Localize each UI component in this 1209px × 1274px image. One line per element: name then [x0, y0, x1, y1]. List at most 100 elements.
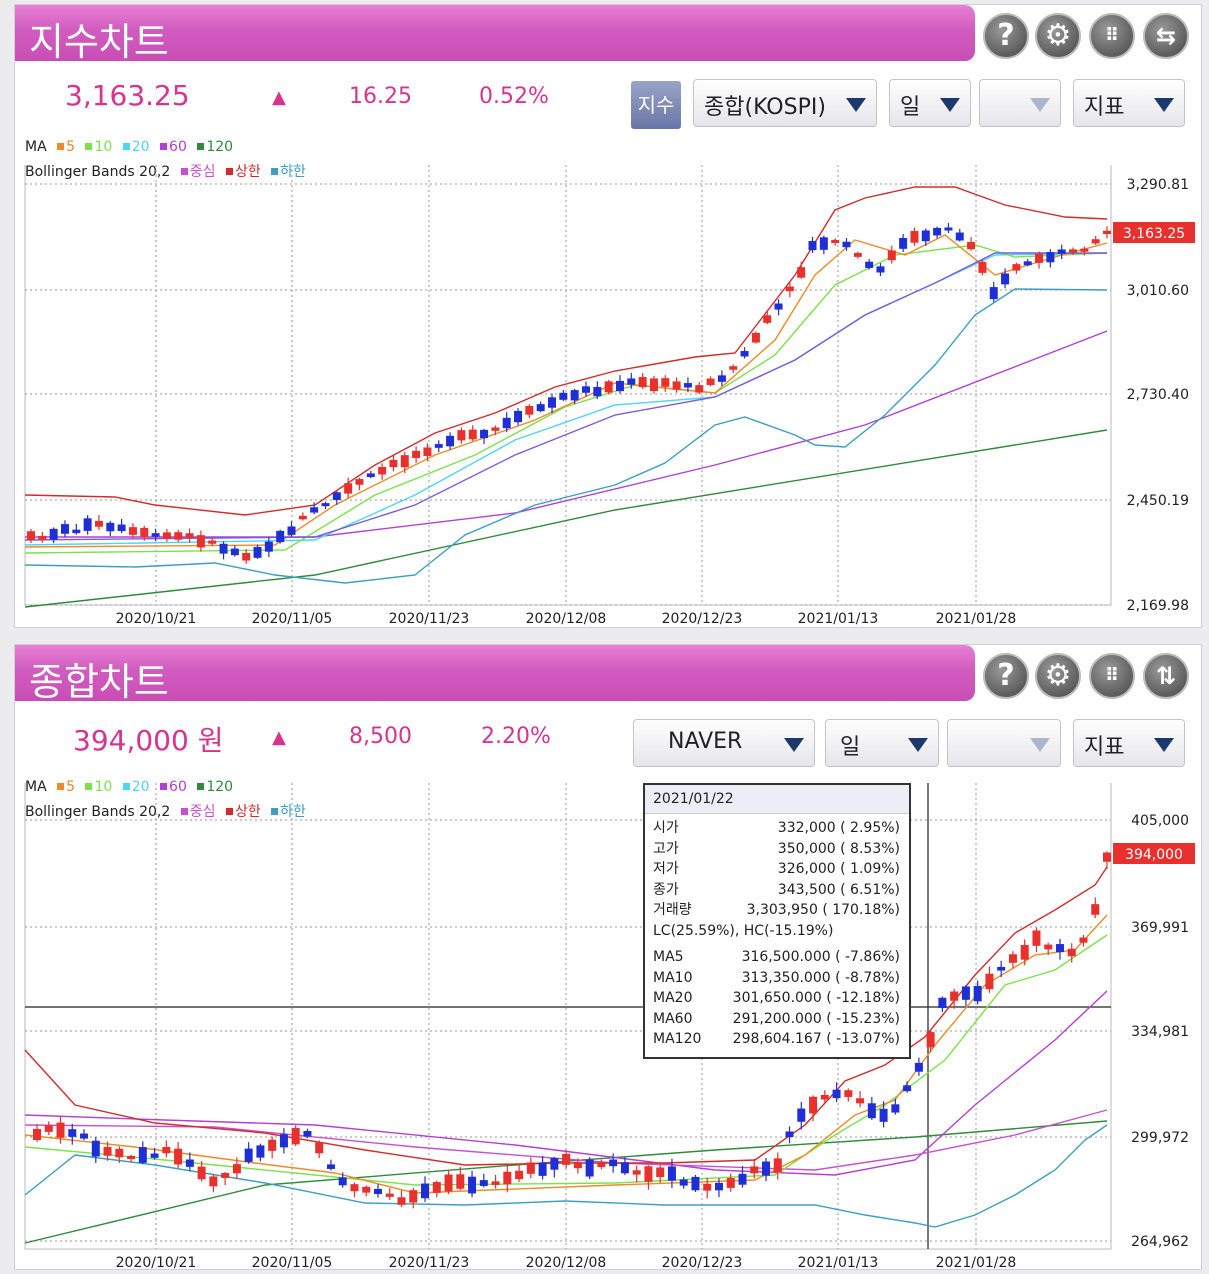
candle-body	[468, 429, 477, 440]
candle-body	[185, 1159, 194, 1167]
candle-body	[950, 991, 959, 1001]
candle-body	[326, 1164, 335, 1169]
index-chart-area[interactable]: MA 5 10 20 60 120 Bollinger Bands 20,2 중…	[15, 135, 1201, 625]
candle-body	[303, 1130, 312, 1137]
candle-body	[570, 390, 579, 401]
grid-icon[interactable]: ⠿	[1089, 653, 1135, 699]
candle-body	[174, 532, 183, 540]
sub-select[interactable]	[947, 719, 1061, 767]
indicator-select[interactable]: 지표	[1073, 79, 1185, 127]
help-icon[interactable]: ?	[983, 13, 1029, 59]
candle-body	[1069, 249, 1078, 253]
gear-icon[interactable]: ⚙	[1035, 13, 1081, 59]
candle-body	[515, 1170, 524, 1180]
candle-body	[667, 1166, 676, 1181]
candle-body	[502, 417, 511, 429]
candle-body	[738, 1173, 747, 1185]
tooltip-row: 종가 343,500 ( 6.51%)	[653, 881, 900, 898]
candle-body	[726, 1178, 735, 1188]
candle-body	[550, 1158, 559, 1170]
y-axis-label: 405,000	[1131, 813, 1189, 829]
candle-body	[197, 1166, 206, 1180]
candle-body	[127, 1155, 136, 1160]
period-select[interactable]: 일	[825, 719, 939, 767]
sub-select[interactable]	[979, 79, 1061, 127]
candle-body	[703, 1183, 712, 1191]
candle-body	[150, 1153, 159, 1158]
candle-body	[503, 1171, 512, 1185]
stock-info-bar: 394,000 원 ▲ 8,500 2.20% NAVER 일 지표	[15, 707, 1201, 771]
tooltip-row: 거래량 3,303,950 ( 170.18%)	[653, 902, 900, 918]
period-select[interactable]: 일	[889, 79, 971, 127]
x-axis-label: 2020/12/08	[526, 1255, 607, 1269]
candle-body	[525, 405, 534, 415]
y-axis-label: 2,169.98	[1127, 598, 1189, 614]
candle-body	[103, 1146, 112, 1156]
y-axis-label: 2,730.40	[1127, 387, 1189, 403]
candle-tooltip: 2021/01/22 시가 332,000 ( 2.95%) 고가 350,000 …	[643, 783, 911, 1059]
bb-lower-line	[24, 1124, 1108, 1228]
grid-icon[interactable]: ⠿	[1089, 13, 1135, 59]
x-axis-label: 2020/10/21	[116, 1255, 197, 1269]
candle-body	[762, 1161, 771, 1176]
candle-body	[989, 287, 998, 300]
candle-body	[400, 455, 409, 468]
stock-chart-area[interactable]: MA 5 10 20 60 120 Bollinger Bands 20,2 중…	[15, 775, 1201, 1269]
candle-body	[1032, 930, 1041, 946]
candle-body	[985, 973, 994, 990]
x-axis-label: 2020/10/21	[116, 611, 197, 625]
candle-body	[926, 1032, 935, 1048]
tooltip-ma-row: MA5 316,500.000 ( -7.86%)	[653, 949, 900, 965]
stock-select[interactable]: NAVER	[633, 719, 815, 767]
candle-body	[421, 1183, 430, 1199]
candle-body	[389, 459, 398, 468]
candle-body	[33, 1128, 41, 1140]
index-change: 16.25	[349, 84, 412, 109]
candle-body	[973, 985, 982, 1002]
candle-body	[219, 543, 228, 554]
candle-body	[955, 232, 964, 241]
candle-body	[536, 404, 545, 412]
tooltip-row: 저가 326,000 ( 1.09%)	[653, 861, 900, 877]
indicator-select[interactable]: 지표	[1073, 719, 1185, 767]
candle-body	[763, 315, 772, 323]
candle-body	[209, 1176, 218, 1187]
x-axis-label: 2021/01/13	[798, 1255, 879, 1269]
gear-icon[interactable]: ⚙	[1035, 653, 1081, 699]
swap-arrows-icon[interactable]: ⇅	[1143, 653, 1189, 699]
candle-body	[1035, 253, 1044, 263]
candle-body	[797, 267, 806, 278]
candle-body	[230, 548, 239, 556]
chevron-down-icon	[784, 738, 804, 752]
candle-body	[242, 552, 251, 561]
candle-body	[559, 392, 568, 400]
candle-body	[279, 1134, 288, 1148]
candle-body	[162, 1146, 171, 1154]
candle-body	[221, 1172, 230, 1178]
index-chart-titlebar: 지수차트	[15, 5, 975, 64]
candle-body	[1023, 261, 1032, 266]
swap-arrows-icon[interactable]: ⇆	[1143, 13, 1189, 59]
candle-body	[479, 1180, 488, 1186]
market-select[interactable]: 종합(KOSPI)	[693, 79, 877, 127]
candle-body	[1080, 248, 1089, 252]
candle-body	[691, 1176, 700, 1191]
candle-body	[355, 479, 364, 485]
help-icon[interactable]: ?	[983, 653, 1029, 699]
candle-body	[1103, 852, 1111, 862]
index-toggle-button[interactable]: 지수	[631, 81, 681, 129]
y-axis-label: 299,972	[1131, 1130, 1189, 1146]
candle-body	[627, 378, 636, 385]
candle-body	[679, 1179, 688, 1186]
candle-body	[585, 1159, 594, 1177]
tooltip-date: 2021/01/22	[645, 785, 909, 814]
candle-body	[444, 1174, 453, 1192]
candle-body	[1055, 944, 1064, 953]
stock-up-arrow: ▲	[272, 727, 286, 748]
candle-body	[432, 1182, 441, 1193]
candle-body	[491, 1181, 500, 1185]
candle-body	[785, 1131, 794, 1138]
candle-body	[714, 1182, 723, 1191]
candle-body	[978, 261, 987, 273]
y-axis-label: 264,962	[1131, 1234, 1189, 1250]
